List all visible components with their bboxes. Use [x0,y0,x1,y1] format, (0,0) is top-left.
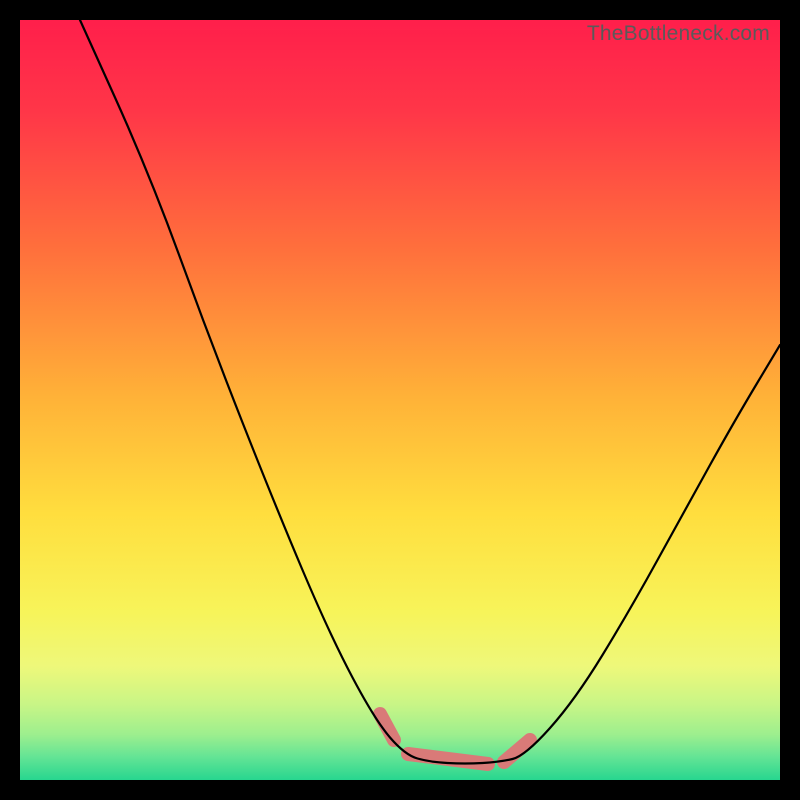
chart-frame: TheBottleneck.com [20,20,780,780]
bottleneck-curve [80,20,780,764]
curve-overlay [20,20,780,780]
optimal-highlight [380,714,530,764]
watermark-label: TheBottleneck.com [587,22,770,46]
